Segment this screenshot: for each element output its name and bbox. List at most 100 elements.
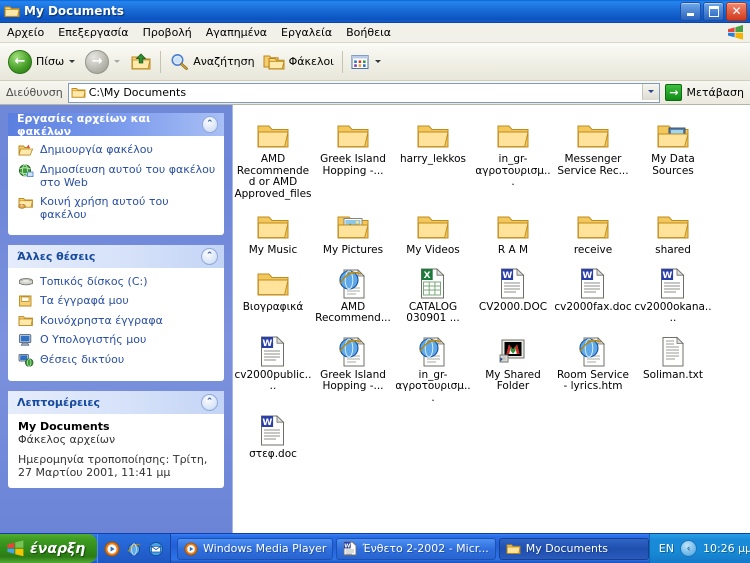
taskbar-task-label: My Documents <box>525 542 608 555</box>
chevron-up-icon[interactable]: ⌃ <box>201 248 218 265</box>
menu-item-tools[interactable]: Εργαλεία <box>274 24 339 41</box>
chevron-up-icon[interactable]: ⌃ <box>201 394 218 411</box>
menu-item-view[interactable]: Προβολή <box>136 24 199 41</box>
html-icon <box>578 333 608 367</box>
start-button[interactable]: έναρξη <box>0 534 97 563</box>
task-label: Δημιουργία φακέλου <box>40 143 153 156</box>
show-hidden-icons-icon[interactable]: ‹ <box>679 540 697 557</box>
folders-button[interactable]: Φάκελοι <box>259 46 338 78</box>
file-item[interactable]: Greek Island Hopping -... <box>313 331 393 405</box>
go-arrow-icon: → <box>665 84 683 101</box>
menu-item-edit[interactable]: Επεξεργασία <box>51 24 135 41</box>
maximize-button[interactable] <box>703 2 724 21</box>
outlook-express-icon[interactable] <box>148 541 164 557</box>
file-name: My Music <box>248 244 298 256</box>
taskbar-task-list: Windows Media Player W Ένθετο 2-2002 - M… <box>171 537 649 560</box>
file-item[interactable]: My Data Sources <box>633 115 713 200</box>
file-item[interactable]: My Music <box>233 206 313 257</box>
toolbar-separator <box>160 50 162 73</box>
toolbar-separator-2 <box>341 50 343 73</box>
views-button[interactable] <box>347 46 387 78</box>
back-button[interactable]: ← Πίσω <box>4 46 81 78</box>
windows-flag-icon <box>724 24 746 41</box>
file-item[interactable]: AMD Recommend... <box>313 263 393 325</box>
file-item[interactable]: harry_lekkos <box>393 115 473 200</box>
file-list-pane[interactable]: AMD Recommended or AMD Approved_files Gr… <box>232 105 750 536</box>
place-network-places[interactable]: Θέσεις δικτύου <box>18 353 216 367</box>
file-item[interactable]: W cv2000okana.... <box>633 263 713 325</box>
file-name: harry_lekkos <box>399 153 467 165</box>
taskbar-task[interactable]: W Ένθετο 2-2002 - Micr... <box>336 537 496 560</box>
file-item[interactable]: AMD Recommended or AMD Approved_files <box>233 115 313 200</box>
place-local-disk[interactable]: Τοπικός δίσκος (C:) <box>18 275 216 288</box>
network-places-icon <box>18 353 35 367</box>
file-item[interactable]: Soliman.txt <box>633 331 713 405</box>
task-share-folder[interactable]: Κοινή χρήση αυτού του φακέλου <box>18 195 216 221</box>
file-item[interactable]: Room Service - lyrics.htm <box>553 331 633 405</box>
folder-pictures-icon <box>336 208 370 242</box>
forward-dropdown-caret-icon[interactable] <box>114 60 121 63</box>
go-button[interactable]: → Μετάβαση <box>660 84 750 101</box>
explorer-window: My Documents ✕ Αρχείο Επεξεργασία Προβολ… <box>0 0 750 563</box>
svg-text:X: X <box>424 271 431 281</box>
file-item[interactable]: X CATALOG 030901 ... <box>393 263 473 325</box>
word-icon: W <box>259 333 287 367</box>
address-input[interactable]: C:\My Documents <box>67 82 661 103</box>
word-icon: W <box>343 541 357 556</box>
menu-item-favorites[interactable]: Αγαπημένα <box>199 24 274 41</box>
minimize-button[interactable] <box>680 2 701 21</box>
address-dropdown-button[interactable] <box>642 83 660 100</box>
address-label: Διεύθυνση <box>6 86 63 99</box>
file-item[interactable]: My Pictures <box>313 206 393 257</box>
file-item[interactable]: receive <box>553 206 633 257</box>
place-my-documents[interactable]: Τα έγγραφά μου <box>18 294 216 308</box>
clock[interactable]: 10:26 μμ <box>703 542 750 555</box>
file-item[interactable]: My Videos <box>393 206 473 257</box>
media-player-icon[interactable] <box>104 541 120 557</box>
internet-explorer-icon[interactable] <box>126 541 142 557</box>
panel-header-other-places[interactable]: Άλλες θέσεις ⌃ <box>8 245 224 268</box>
place-shared-documents[interactable]: Κοινόχρηστα έγγραφα <box>18 314 216 327</box>
file-item[interactable]: R A M <box>473 206 553 257</box>
place-my-computer[interactable]: Ο Υπολογιστής μου <box>18 333 216 347</box>
file-item[interactable]: W CV2000.DOC <box>473 263 553 325</box>
file-name: Room Service - lyrics.htm <box>556 368 630 392</box>
quick-launch-bar <box>97 534 171 563</box>
menu-item-help[interactable]: Βοήθεια <box>339 24 398 41</box>
file-item[interactable]: in_gr-αγροτουρισμ... <box>393 331 473 405</box>
file-item[interactable]: shared <box>633 206 713 257</box>
file-item[interactable]: Messenger Service Rec... <box>553 115 633 200</box>
file-name: Soliman.txt <box>642 368 704 381</box>
language-indicator[interactable]: EN <box>659 542 674 555</box>
file-item[interactable]: My Shared Folder <box>473 331 553 405</box>
file-item[interactable]: in_gr-αγροτουρισμ... <box>473 115 553 200</box>
place-label: Τοπικός δίσκος (C:) <box>40 275 148 288</box>
file-name: στεφ.doc <box>249 448 297 460</box>
shared-folder-icon <box>18 195 35 209</box>
file-item[interactable]: W cv2000public.... <box>233 331 313 405</box>
chevron-up-icon[interactable]: ⌃ <box>201 116 218 133</box>
taskbar-task[interactable]: Windows Media Player <box>177 537 334 560</box>
file-grid: AMD Recommended or AMD Approved_files Gr… <box>233 115 750 467</box>
file-item[interactable]: W cv2000fax.doc <box>553 263 633 325</box>
menu-item-file[interactable]: Αρχείο <box>0 24 51 41</box>
panel-header-details[interactable]: Λεπτομέρειες ⌃ <box>8 391 224 414</box>
up-button[interactable] <box>126 46 156 78</box>
back-dropdown-caret-icon[interactable] <box>69 60 76 63</box>
task-new-folder[interactable]: Δημιουργία φακέλου <box>18 143 216 157</box>
taskbar-task[interactable]: My Documents <box>498 537 649 560</box>
file-item[interactable]: W στεφ.doc <box>233 410 313 461</box>
panel-header-file-folder-tasks[interactable]: Εργασίες αρχείων και φακέλων ⌃ <box>8 113 224 138</box>
panel-body-other-places: Τοπικός δίσκος (C:) Τα έγγραφά μου Κοινό… <box>8 268 224 381</box>
folder-icon <box>496 117 530 151</box>
address-value: C:\My Documents <box>88 86 187 99</box>
file-item[interactable]: Βιογραφικά <box>233 263 313 325</box>
search-button[interactable]: Αναζήτηση <box>165 46 258 78</box>
panel-details: Λεπτομέρειες ⌃ My Documents Φάκελος αρχε… <box>8 391 224 488</box>
forward-button[interactable]: → <box>81 46 126 78</box>
file-item[interactable]: Greek Island Hopping -... <box>313 115 393 200</box>
file-name: My Data Sources <box>651 153 695 177</box>
task-publish-to-web[interactable]: Δημοσίευση αυτού του φακέλου στο Web <box>18 163 216 189</box>
views-dropdown-caret-icon[interactable] <box>374 60 381 63</box>
close-button[interactable]: ✕ <box>726 2 747 21</box>
